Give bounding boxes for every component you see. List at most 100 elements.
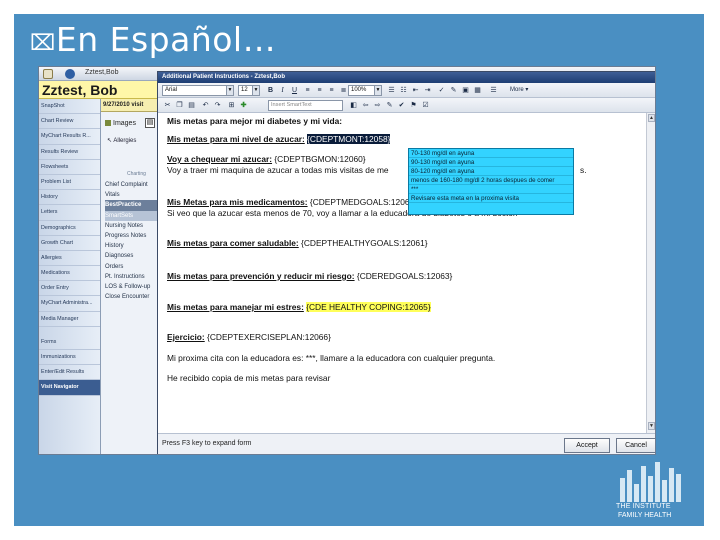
sidebar-item[interactable]: Demographics bbox=[39, 221, 100, 236]
allergies-link[interactable]: ↖ Allergies bbox=[107, 137, 136, 144]
sidebar-item[interactable]: MyChart Results R... bbox=[39, 129, 100, 145]
sidebar-item[interactable]: Order Entry bbox=[39, 281, 100, 297]
find-icon[interactable]: ◧ bbox=[348, 100, 359, 111]
accept-button[interactable]: Accept bbox=[564, 438, 610, 453]
font-select[interactable]: Arial ▼ bbox=[162, 85, 234, 96]
add-icon[interactable]: ✚ bbox=[238, 100, 249, 111]
numbered-list-icon[interactable]: ☷ bbox=[398, 85, 409, 96]
bold-button[interactable]: B bbox=[265, 85, 276, 96]
charting-item[interactable]: Nursing Notes bbox=[105, 221, 159, 231]
sidebar-item[interactable]: Chart Review bbox=[39, 114, 100, 130]
sidebar-item[interactable]: Growth Chart bbox=[39, 236, 100, 251]
smartlist-code[interactable]: {CDEREDGOALS:12063} bbox=[355, 271, 452, 281]
list-options-icon[interactable]: ☰ bbox=[488, 85, 499, 96]
align-left-icon[interactable]: ≡ bbox=[302, 85, 313, 96]
smartlist-code[interactable]: {CDEPTHEALTHYGOALS:12061} bbox=[299, 238, 427, 248]
complete-icon[interactable]: ☑ bbox=[420, 100, 431, 111]
smartlist-field[interactable]: {CDE HEALTHY COPING:12065} bbox=[306, 302, 431, 312]
table-icon[interactable]: ▦ bbox=[472, 85, 483, 96]
smartlist-option[interactable]: 80-120 mg/dl en ayuna bbox=[409, 167, 573, 176]
indent-icon[interactable]: ⇥ bbox=[422, 85, 433, 96]
sidebar-item[interactable]: Letters bbox=[39, 205, 100, 221]
ehr-tab-label[interactable]: Zztest,Bob bbox=[85, 69, 118, 76]
copy-icon[interactable]: ❐ bbox=[174, 100, 185, 111]
charting-item[interactable]: History bbox=[105, 241, 159, 251]
images-tab[interactable]: Images bbox=[105, 120, 136, 127]
scroll-up-icon[interactable]: ▲ bbox=[648, 114, 655, 122]
image-insert-icon[interactable]: ▣ bbox=[460, 85, 471, 96]
sidebar-item[interactable]: MyChart Administra... bbox=[39, 296, 100, 312]
charting-item[interactable]: SmartSets bbox=[105, 210, 159, 221]
more-menu[interactable]: More ▾ bbox=[510, 86, 528, 93]
note-line: Mi proxima cita con la educadora es: ***… bbox=[167, 353, 496, 363]
edit-toolbar: ✂ ❐ ▤ ↶ ↷ ⊞ ✚ Insert SmartText ◧ ⇦ ⇨ ✎ ✔… bbox=[158, 98, 655, 113]
smartlist-option[interactable]: 90-130 mg/dl en ayuna bbox=[409, 158, 573, 167]
insert-field-icon[interactable]: ⊞ bbox=[226, 100, 237, 111]
smartlist-option[interactable]: Revisare esta meta en la proxima visita bbox=[409, 194, 573, 203]
font-size-select[interactable]: 12 ▼ bbox=[238, 85, 260, 96]
smartlist-code[interactable]: {CDEPTEXERCISEPLAN:12066} bbox=[205, 332, 331, 342]
outdent-icon[interactable]: ⇤ bbox=[410, 85, 421, 96]
sidebar-item[interactable]: Enter/Edit Results bbox=[39, 365, 100, 381]
sidebar-item[interactable]: History bbox=[39, 190, 100, 206]
charting-item[interactable]: BestPractice bbox=[105, 200, 159, 211]
home-icon[interactable] bbox=[43, 69, 53, 79]
globe-icon[interactable] bbox=[65, 69, 75, 79]
note-line: Voy a traer mi maquina de azucar a todas… bbox=[167, 165, 389, 175]
sidebar-item[interactable]: Problem List bbox=[39, 175, 100, 191]
charting-item[interactable]: Chief Complaint bbox=[105, 180, 159, 190]
arrow-left-icon[interactable]: ⇦ bbox=[360, 100, 371, 111]
note-line: Ejercicio: {CDEPTEXERCISEPLAN:12066} bbox=[167, 332, 331, 342]
align-right-icon[interactable]: ≡ bbox=[326, 85, 337, 96]
scroll-down-icon[interactable]: ▼ bbox=[648, 422, 655, 430]
sidebar-item[interactable]: Immunizations bbox=[39, 350, 100, 366]
sidebar-item[interactable]: Medications bbox=[39, 266, 100, 282]
smartlist-code[interactable]: {CDEPTMEDGOALS:12062} bbox=[308, 197, 417, 207]
sidebar-item[interactable]: Forms bbox=[39, 335, 100, 350]
sidebar-item[interactable]: Flowsheets bbox=[39, 160, 100, 175]
redo-icon[interactable]: ↷ bbox=[212, 100, 223, 111]
allergies-label: Allergies bbox=[113, 138, 137, 144]
charting-item[interactable]: LOS & Follow-up bbox=[105, 282, 159, 292]
zoom-select[interactable]: 100% ▼ bbox=[348, 85, 382, 96]
sign-icon[interactable]: ✎ bbox=[384, 100, 395, 111]
charting-item[interactable]: Close Encounter bbox=[105, 292, 159, 302]
charting-item[interactable]: Diagnoses bbox=[105, 251, 159, 261]
charting-item[interactable]: Pt. Instructions bbox=[105, 272, 159, 282]
charting-item[interactable]: Vitals bbox=[105, 190, 159, 200]
cancel-button[interactable]: Cancel bbox=[616, 438, 655, 453]
charting-item[interactable]: Orders bbox=[105, 262, 159, 272]
bullet-list-icon[interactable]: ☰ bbox=[386, 85, 397, 96]
underline-button[interactable]: U bbox=[289, 85, 300, 96]
cut-icon[interactable]: ✂ bbox=[162, 100, 173, 111]
allergy-arrow-icon: ↖ bbox=[107, 138, 113, 144]
align-center-icon[interactable]: ≡ bbox=[314, 85, 325, 96]
sidebar-item[interactable]: Results Review bbox=[39, 145, 100, 160]
smartlist-option[interactable]: menos de 160-180 mg/dl 2 horas despues d… bbox=[409, 176, 573, 185]
smartlist-option[interactable]: 70-130 mg/dl en ayuna bbox=[409, 149, 573, 158]
sidebar-item[interactable]: Allergies bbox=[39, 251, 100, 267]
undo-icon[interactable]: ↶ bbox=[200, 100, 211, 111]
note-label: Mis metas para prevención y reducir mi r… bbox=[167, 271, 355, 281]
check-icon[interactable]: ✔ bbox=[396, 100, 407, 111]
sidebar-item[interactable]: Visit Navigator bbox=[39, 380, 100, 396]
spell-check-icon[interactable]: ✓ bbox=[436, 85, 447, 96]
arrow-right-icon[interactable]: ⇨ bbox=[372, 100, 383, 111]
bullet-icon: ⌧ bbox=[30, 31, 56, 56]
smartlist-field[interactable]: {CDEPTMONT:12058} bbox=[307, 134, 391, 144]
footer-hint: Press F3 key to expand form bbox=[162, 440, 252, 447]
editor-scrollbar[interactable]: ▲ ▼ bbox=[646, 113, 655, 433]
print-icon[interactable]: ▤ bbox=[145, 118, 155, 128]
italic-button[interactable]: I bbox=[277, 85, 288, 96]
sidebar-item[interactable]: SnapShot bbox=[39, 99, 100, 115]
smarttext-input[interactable]: Insert SmartText bbox=[268, 100, 343, 111]
dialog-title: Additional Patient Instructions - Zztest… bbox=[158, 72, 655, 83]
paste-icon[interactable]: ▤ bbox=[186, 100, 197, 111]
flag-icon[interactable]: ⚑ bbox=[408, 100, 419, 111]
format-painter-icon[interactable]: ✎ bbox=[448, 85, 459, 96]
charting-item[interactable]: Progress Notes bbox=[105, 231, 159, 241]
smartlist-code[interactable]: {CDEPTBGMON:12060} bbox=[272, 154, 365, 164]
sidebar-item[interactable]: Media Manager bbox=[39, 312, 100, 327]
note-line: He recibido copia de mis metas para revi… bbox=[167, 373, 331, 383]
smartlist-option[interactable]: *** bbox=[409, 185, 573, 194]
